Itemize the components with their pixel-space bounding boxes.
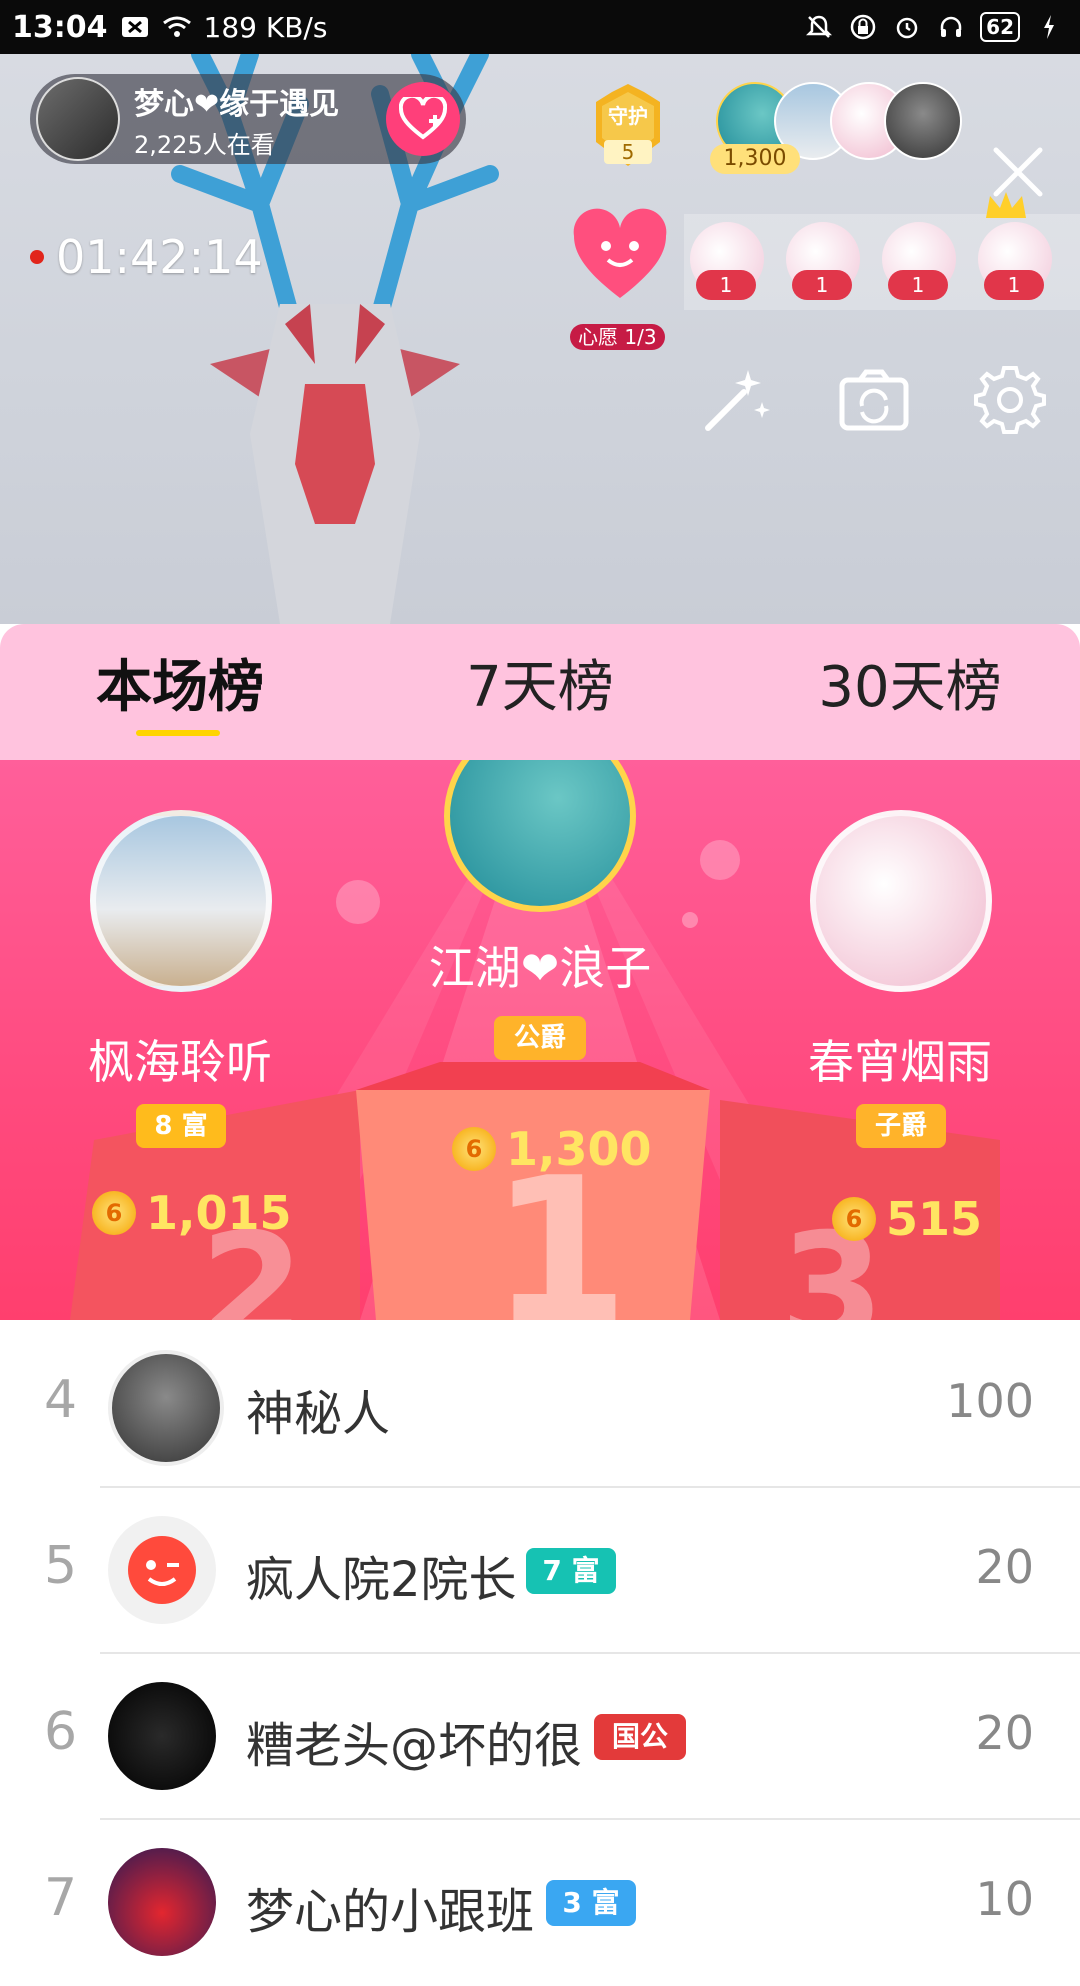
podium-name-1: 江湖❤浪子 [428,941,652,995]
fan-count: 1 [696,270,756,300]
podium-score-value-2: 1,015 [146,1186,292,1240]
podium-tag-2: 8 富 [136,1104,226,1148]
live-video[interactable]: 梦心❤缘于遇见 2,225人在看 守护 5 1,300 01:42:14 心愿 … [0,54,1080,624]
heart-plus-icon [399,97,447,140]
noble-badge: 国公 [594,1714,686,1760]
fan-count: 1 [792,270,852,300]
row-score: 20 [975,1540,1034,1594]
winking-face-icon [128,1536,196,1604]
wealth-badge: 3 富 [546,1880,636,1926]
host-avatar[interactable] [36,77,120,161]
tab-30-days[interactable]: 30天榜 [790,648,1030,728]
follow-button[interactable] [386,82,460,156]
crown-icon [986,192,1026,218]
list-item[interactable]: 6 糟老头@坏的很 国公 20 [0,1654,1080,1820]
leaderboard-tabs: 本场榜 7天榜 30天榜 [0,624,1080,760]
row-score: 10 [975,1872,1034,1926]
row-avatar[interactable] [108,1848,216,1956]
list-item[interactable]: 5 疯人院2院长 7 富 20 [0,1488,1080,1654]
mute-bell-icon [804,12,834,42]
podium-score-value-3: 515 [886,1192,983,1246]
gear-icon [974,366,1046,434]
row-name: 梦心的小跟班 [246,1884,535,1940]
settings-button[interactable] [972,362,1048,438]
row-rank: 7 [44,1868,78,1928]
charging-icon [1034,12,1064,42]
viewer-avatar[interactable] [884,82,962,160]
magic-wand-icon [705,370,770,431]
fan-count: 1 [888,270,948,300]
list-item[interactable]: 7 梦心的小跟班 3 富 10 [0,1820,1080,1986]
flip-camera-button[interactable] [836,362,912,438]
podium-score-1: 6 1,300 [452,1122,652,1176]
podium-tag-3: 子爵 [856,1104,946,1148]
live-timer: 01:42:14 [30,230,263,284]
tab-7-days[interactable]: 7天榜 [420,648,660,728]
coin-icon: 6 [452,1127,496,1171]
podium-name-2: 枫海聆听 [88,1035,272,1089]
status-time: 13:04 [12,9,108,45]
battery-indicator: 62 [980,12,1020,42]
top-viewer-coins: 1,300 [710,144,800,174]
podium-score-2: 6 1,015 [92,1186,292,1240]
host-name: 梦心❤缘于遇见 [134,86,340,122]
lock-icon [848,12,878,42]
recording-dot [30,250,44,264]
mystery-person-avatar[interactable] [108,1350,224,1466]
list-item[interactable]: 4 神秘人 100 [0,1322,1080,1488]
flip-camera-icon [839,369,909,431]
row-score: 100 [946,1374,1034,1428]
row-avatar[interactable] [108,1682,216,1790]
podium-name-3: 春宵烟雨 [808,1035,992,1089]
battery-level: 62 [986,15,1014,39]
wish-progress: 心愿 1/3 [570,324,665,350]
timer-text: 01:42:14 [56,230,263,284]
row-rank: 4 [44,1370,78,1430]
alarm-icon [892,12,922,42]
coin-icon: 6 [832,1197,876,1241]
row-rank: 5 [44,1536,78,1596]
podium-area: 1 2 3 江湖❤浪子 公爵 6 1,300 枫海聆听 8 富 6 1,015 … [0,760,1080,1320]
notification-icon [120,12,150,42]
podium-avatar-3[interactable] [810,810,992,992]
network-speed: 189 KB/s [203,10,328,44]
guard-label: 守护 [608,104,648,128]
tab-this-session[interactable]: 本场榜 [60,648,300,728]
coin-icon: 6 [92,1191,136,1235]
host-info-pill[interactable]: 梦心❤缘于遇见 2,225人在看 [30,74,466,164]
row-name: 神秘人 [246,1386,391,1442]
beauty-wand-button[interactable] [698,362,774,438]
fan-strip: 1 1 1 1 [684,192,1080,310]
headphones-icon [936,12,966,42]
wifi-icon [162,12,192,42]
ranking-list: 4 神秘人 100 5 疯人院2院长 7 富 20 6 糟老头@坏的很 国公 2… [0,1322,1080,1956]
wish-heart[interactable] [568,206,672,306]
guard-badge[interactable]: 守护 5 [582,82,674,174]
podium-avatar-2[interactable] [90,810,272,992]
podium-score-value-1: 1,300 [506,1122,652,1176]
podium-score-3: 6 515 [832,1192,982,1246]
fan-count: 1 [984,270,1044,300]
active-tab-indicator [136,730,220,736]
row-rank: 6 [44,1702,78,1762]
row-avatar[interactable] [108,1516,216,1624]
row-score: 20 [975,1706,1034,1760]
status-bar: 13:04 189 KB/s 62 [0,0,1080,54]
guard-count: 5 [604,140,652,164]
podium-tag-1: 公爵 [494,1016,586,1060]
wealth-badge: 7 富 [526,1548,616,1594]
row-name: 疯人院2院长 [246,1552,517,1608]
row-name: 糟老头@坏的很 [246,1718,583,1774]
smiling-heart-icon [573,208,667,298]
viewer-count: 2,225人在看 [134,130,275,159]
